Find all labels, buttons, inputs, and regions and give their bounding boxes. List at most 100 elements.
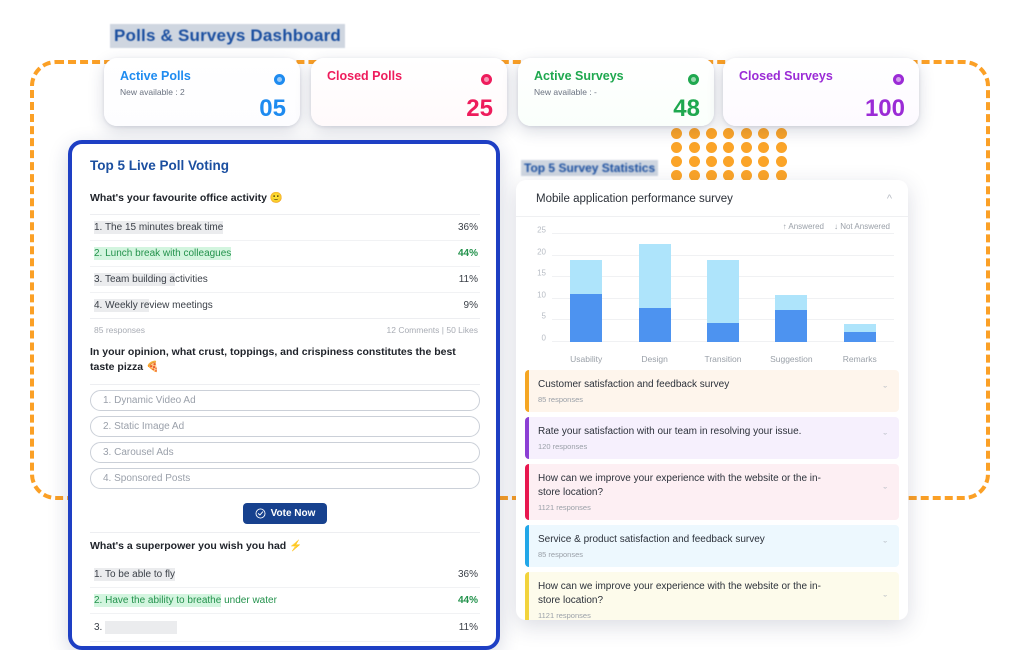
dot [671,169,683,181]
dashboard-screenshot: Polls & Surveys Dashboard Top 5 Survey S… [0,0,1024,650]
chart-bar[interactable] [843,234,876,342]
dot [740,155,752,167]
stat-card-closed-polls[interactable]: Closed Polls 25 [311,58,507,126]
survey-performance-chart: 0 5 10 15 20 25 Usability Design Transition Sugg… [526,226,894,364]
stat-card-active-polls[interactable]: Active Polls New available : 2 05 [104,58,300,126]
chevron-down-icon[interactable]: ˇ [883,432,887,444]
poll-option-row[interactable]: 2. Have the ability to breathe under wat… [90,588,480,614]
live-poll-panel: Top 5 Live Poll Voting What's your favou… [68,140,500,650]
survey-list-item[interactable]: Service & product satisfaction and feedb… [525,525,899,567]
chart-y-tick: 10 [537,290,546,300]
dot [758,169,770,181]
stat-card-label: Closed Polls [327,69,403,83]
poll-option-row[interactable]: 4. To be at 2 places at once9% [90,642,480,646]
poll-choice-pill[interactable]: 1. Dynamic Video Ad [90,389,480,411]
poll-choice-pill[interactable]: 2. Static Image Ad [90,415,480,437]
poll-option-percent: 44% [457,594,478,606]
survey-item-responses: 1121 responses [538,611,591,620]
survey-item-responses: 120 responses [538,442,588,451]
status-dot-icon [688,74,699,85]
chart-y-tick: 5 [541,311,546,321]
survey-item-title: Rate your satisfaction with our team in … [538,426,802,437]
poll-option-row[interactable]: 3. 11% [90,614,480,642]
legend-answered: ↑ Answered [782,222,824,231]
chart-bar-segment-answered [775,309,808,342]
check-circle-icon [255,508,266,519]
chevron-down-icon[interactable]: ˇ [883,594,887,606]
poll-choice-list: 1. Dynamic Video Ad 2. Static Image Ad 3. … [90,389,480,489]
chart-y-tick: 0 [541,333,546,343]
survey-card-header[interactable]: Mobile application performance survey ^ [516,180,908,217]
dot [758,127,770,139]
poll-option-percent: 11% [458,621,478,633]
survey-item-title: Customer satisfaction and feedback surve… [538,379,730,390]
dot [688,169,700,181]
chart-category-label: Transition [704,354,742,364]
chevron-down-icon[interactable]: ˇ [883,540,887,552]
poll-option-percent: 44% [457,248,478,260]
chart-bar[interactable] [706,234,739,342]
dot [775,169,787,181]
dot [688,155,700,167]
survey-item-responses: 85 responses [538,550,584,559]
poll-option-label: 1. The 15 minutes break time [94,221,224,235]
chevron-down-icon[interactable]: ˇ [883,385,887,397]
chevron-up-icon[interactable]: ^ [887,193,892,205]
poll-option-row[interactable]: 1. To be able to fly 36% [90,562,480,588]
chart-category-label: Design [641,354,668,364]
poll-option-percent: 11% [458,274,478,286]
survey-list: Customer satisfaction and feedback surve… [516,364,908,620]
chart-bars [552,234,894,342]
survey-item-accent-bar [525,464,529,520]
stat-card-active-surveys[interactable]: Active Surveys New available : - 48 [518,58,714,126]
survey-list-item[interactable]: How can we improve your experience with … [525,572,899,620]
status-dot-icon [274,74,285,85]
chevron-down-icon[interactable]: ˇ [883,486,887,498]
vote-now-button[interactable]: Vote Now [242,502,328,524]
chart-x-axis-labels: Usability Design Transition Suggestion Remar… [552,354,894,364]
chart-bar-segment-not-answered [638,243,671,309]
dot [740,169,752,181]
poll-responses: 85 responses [94,325,146,336]
chart-y-tick: 20 [537,247,546,257]
poll-options-list: 1. The 15 minutes break time 36% 2. Lunch … [90,215,480,320]
dot [706,127,718,139]
poll-choice-pill[interactable]: 3. Carousel Ads [90,441,480,463]
poll-option-percent: 9% [463,300,478,312]
poll-option-label: 1. To be able to fly [94,567,175,581]
stat-card-closed-surveys[interactable]: Closed Surveys 100 [723,58,919,126]
chart-category-label: Usability [570,354,603,364]
dot [740,141,752,153]
poll-option-label: 2. Have the ability to breathe under wat… [94,593,277,607]
poll-meta: 85 responses 12 Comments | 50 Likes [90,319,480,345]
survey-item-title: Service & product satisfaction and feedb… [538,534,765,545]
dot [740,127,752,139]
chart-bar[interactable] [638,234,671,342]
survey-list-item[interactable]: Rate your satisfaction with our team in … [525,417,899,459]
chart-legend: ↑ Answered ↓ Not Answered [516,217,908,231]
poll-option-row[interactable]: 1. The 15 minutes break time 36% [90,215,480,242]
dot [723,155,735,167]
dot [758,141,770,153]
chart-bar-segment-not-answered [775,294,808,310]
chart-bar[interactable] [570,234,603,342]
stat-card-value: 100 [864,95,905,122]
survey-list-item[interactable]: How can we improve your experience with … [525,464,899,520]
survey-item-responses: 1121 responses [538,503,591,512]
dot [671,141,683,153]
poll-option-row[interactable]: 4. Weekly review meetings 9% [90,293,480,320]
dot [758,155,770,167]
dot [688,127,700,139]
poll-choice-pill[interactable]: 4. Sponsored Posts [90,467,480,489]
chart-bar-segment-not-answered [843,323,876,333]
chart-bar-segment-answered [843,332,876,342]
poll-question: What's your favourite office activity 🙂 [90,191,480,216]
survey-list-item[interactable]: Customer satisfaction and feedback surve… [525,370,899,412]
chart-bar[interactable] [775,234,808,342]
survey-item-title: How can we improve your experience with … [538,581,821,606]
poll-option-row[interactable]: 2. Lunch break with colleagues 44% [90,241,480,268]
chart-bar-segment-answered [570,293,603,342]
status-dot-icon [481,74,492,85]
poll-option-row[interactable]: 3. Team building activities 11% [90,267,480,294]
poll-option-label: 4. Weekly review meetings [94,299,213,313]
